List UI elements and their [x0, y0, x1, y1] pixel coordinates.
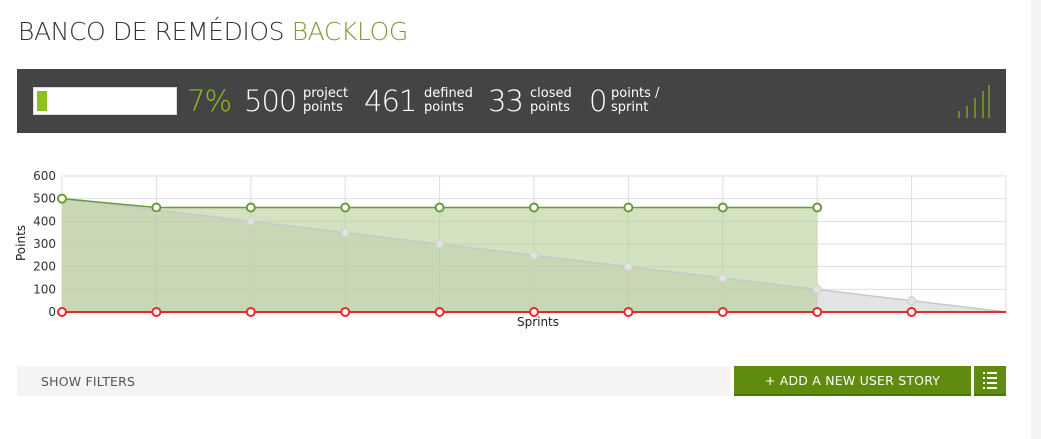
closed-point	[812, 307, 823, 317]
points-per-sprint-value: 0	[589, 84, 607, 118]
defined-point	[340, 202, 351, 213]
defined-point	[529, 202, 539, 213]
ideal-point	[435, 239, 445, 249]
progress-bar	[33, 87, 177, 115]
y-tick-label: 400	[33, 214, 56, 228]
y-tick-label: 600	[33, 169, 56, 183]
ideal-point	[812, 284, 822, 294]
y-axis-label: Points	[14, 225, 28, 261]
progress-bar-fill	[37, 91, 47, 111]
closed-point	[57, 307, 67, 317]
closed-point	[434, 307, 445, 317]
closed-point	[623, 307, 634, 317]
y-tick-label: 500	[33, 192, 56, 206]
closed-point	[245, 307, 256, 317]
y-tick-label: 0	[48, 305, 56, 319]
burndown-chart: 0 100 200 300 400 500 600 Points Sprints	[14, 169, 1007, 329]
closed-point	[717, 307, 728, 317]
closed-point	[151, 307, 162, 317]
defined-point	[151, 202, 162, 213]
defined-point	[812, 202, 823, 213]
closed-points-value: 33	[488, 84, 524, 118]
backlog-stats-bar: 7% 500 project points 461 defined points…	[17, 69, 1006, 133]
show-filters-button[interactable]: SHOW FILTERS	[41, 374, 135, 389]
bar-chart-icon[interactable]	[956, 85, 990, 118]
progress-percent: 7%	[187, 84, 232, 118]
project-name: BANCO DE REMÉDIOS	[18, 17, 285, 46]
closed-point	[340, 307, 351, 317]
defined-point	[434, 202, 445, 213]
y-tick-label: 300	[33, 237, 56, 251]
ideal-point	[623, 262, 633, 272]
defined-point	[245, 202, 256, 213]
ideal-point	[246, 216, 256, 226]
defined-points-value: 461	[364, 84, 417, 118]
defined-area	[62, 198, 818, 312]
list-view-button[interactable]	[974, 366, 1006, 396]
ideal-point	[529, 250, 539, 260]
filters-bar: SHOW FILTERS	[17, 366, 731, 396]
defined-point	[623, 202, 634, 213]
backlog-page: BANCO DE REMÉDIOS BACKLOG 7% 500 project…	[0, 0, 1041, 439]
ideal-point	[340, 228, 350, 238]
add-user-story-button[interactable]: + ADD A NEW USER STORY	[734, 366, 971, 396]
defined-point	[717, 202, 728, 213]
page-title: BANCO DE REMÉDIOS BACKLOG	[18, 17, 408, 46]
defined-point	[57, 193, 67, 204]
x-axis-label: Sprints	[517, 315, 559, 329]
y-axis-ticks: 0 100 200 300 400 500 600	[33, 169, 56, 319]
y-tick-label: 100	[33, 282, 56, 296]
ideal-point	[907, 296, 917, 306]
list-icon	[983, 372, 997, 389]
closed-point	[906, 307, 917, 317]
ideal-point	[718, 273, 728, 283]
points-per-sprint-label: points / sprint	[611, 86, 660, 115]
section-name: BACKLOG	[291, 17, 409, 46]
y-tick-label: 200	[33, 260, 56, 274]
project-points-value: 500	[244, 84, 297, 118]
